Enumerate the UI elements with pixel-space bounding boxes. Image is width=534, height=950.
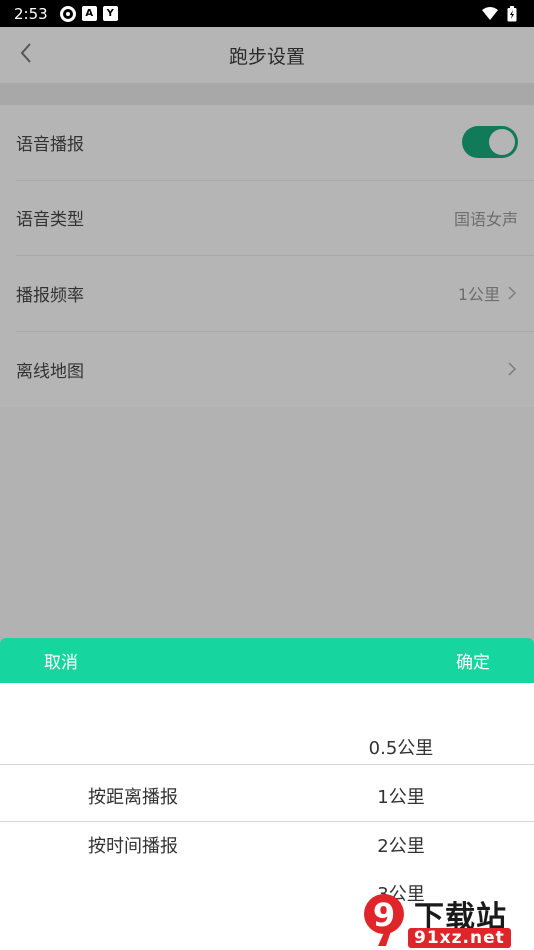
setting-label: 语音播报 [16,134,84,155]
setting-label: 播报频率 [16,285,84,306]
section-divider [0,83,534,105]
setting-broadcast-frequency[interactable]: 播报频率 1公里 [16,256,534,332]
status-icons: A Y [59,5,118,22]
watermark-sub-text: 91xz.net [408,928,511,948]
option-picker[interactable]: 按距离播报 按时间播报 0.5公里 1公里 2公里 3公里 9 下载站 91xz… [0,683,534,950]
a-box-icon: A [81,6,97,21]
setting-voice-type[interactable]: 语音类型 国语女声 [16,181,534,256]
settings-list: 语音播报 语音类型 国语女声 播报频率 1公里 离线地图 [0,105,534,407]
status-left: 2:53 A Y [14,5,118,23]
setting-label: 语音类型 [16,210,84,231]
status-right [482,5,520,22]
setting-value-group: 1公里 [458,281,518,305]
watermark: 9 下载站 91xz.net [356,888,534,950]
battery-icon [504,5,520,22]
back-button[interactable] [10,39,42,71]
picker-option[interactable]: 2公里 [377,832,424,858]
setting-label: 离线地图 [16,361,84,382]
setting-control [462,126,518,159]
setting-value-group [506,361,518,377]
watermark-logo-icon: 9 [364,894,404,946]
settings-icon [59,5,76,22]
setting-value: 国语女声 [453,209,518,229]
status-bar: 2:53 A Y [0,0,534,27]
page-title: 跑步设置 [228,45,305,68]
picker-option[interactable]: 按距离播报 [88,783,178,809]
picker-option[interactable]: 1公里 [377,783,424,809]
setting-value: 1公里 [457,285,500,305]
chevron-right-icon [506,285,518,301]
status-time: 2:53 [14,4,48,23]
confirm-button[interactable]: 确定 [456,648,490,673]
picker-selection-line [0,821,534,822]
picker-option[interactable]: 0.5公里 [369,734,434,760]
setting-offline-map[interactable]: 离线地图 [16,332,534,408]
picker-action-bar: 取消 确定 [0,638,534,683]
setting-value-group: 国语女声 [454,206,518,230]
chevron-left-icon [19,42,33,68]
wifi-icon [482,6,498,22]
voice-broadcast-toggle[interactable] [462,126,518,159]
picker-selection-line [0,764,534,765]
y-box-icon: Y [102,6,118,21]
toggle-knob [489,129,515,156]
app-header: 跑步设置 [0,27,534,83]
chevron-right-icon [506,361,518,377]
cancel-button[interactable]: 取消 [44,648,78,673]
picker-option[interactable]: 按时间播报 [88,832,178,858]
setting-voice-broadcast: 语音播报 [16,105,534,181]
